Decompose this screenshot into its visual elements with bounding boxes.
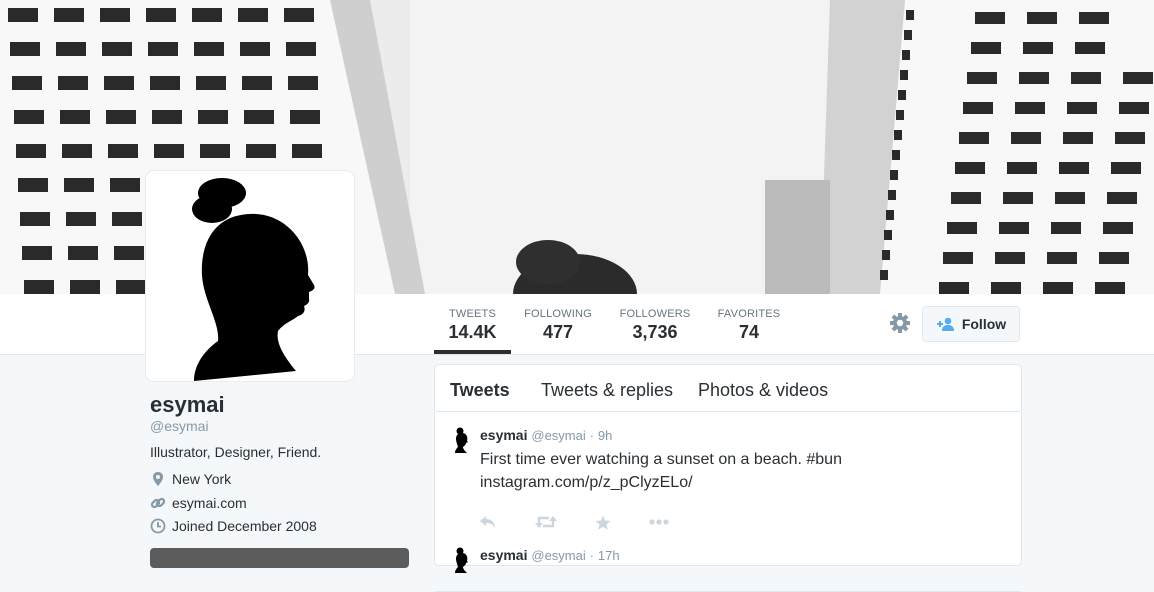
stat-label: FOLLOWERS bbox=[619, 308, 691, 320]
avatar[interactable] bbox=[146, 171, 354, 381]
tweet-timestamp[interactable]: 9h bbox=[598, 428, 612, 443]
stat-value: 477 bbox=[542, 322, 574, 342]
tweet-text: First time ever watching a sunset on a b… bbox=[480, 451, 842, 491]
stat-label: FAVORITES bbox=[717, 308, 781, 320]
tweet-header: esymai @esymai · 9h bbox=[480, 427, 612, 443]
stat-label: FOLLOWING bbox=[524, 308, 592, 320]
joined-text: Joined December 2008 bbox=[172, 518, 317, 534]
star-icon[interactable] bbox=[595, 515, 611, 531]
tweet-author-name[interactable]: esymai bbox=[480, 427, 527, 443]
profile-bio: Illustrator, Designer, Friend. bbox=[150, 444, 322, 460]
stat-following[interactable]: FOLLOWING 477 bbox=[518, 294, 598, 354]
timeline: Tweets Tweets & replies Photos & videos … bbox=[434, 364, 1022, 592]
tweet-header: esymai @esymai · 17h bbox=[480, 547, 620, 563]
website-link[interactable]: esymai.com bbox=[172, 495, 247, 511]
tweet-separator: · bbox=[589, 428, 594, 443]
retweet-icon[interactable] bbox=[535, 515, 557, 529]
stat-tweets[interactable]: TWEETS 14.4K bbox=[434, 294, 511, 354]
silhouette-image bbox=[192, 178, 315, 381]
tab-tweets-replies[interactable]: Tweets & replies bbox=[541, 380, 673, 401]
stat-value: 14.4K bbox=[448, 322, 497, 342]
profile-website[interactable]: esymai.com bbox=[150, 495, 247, 511]
tweet-avatar[interactable] bbox=[453, 427, 469, 453]
more-icon[interactable] bbox=[649, 519, 669, 525]
gear-icon[interactable] bbox=[888, 311, 912, 335]
profile-handle[interactable]: @esymai bbox=[150, 418, 209, 434]
add-user-icon bbox=[936, 317, 954, 331]
stat-value: 74 bbox=[738, 322, 760, 342]
location-text: New York bbox=[172, 471, 232, 487]
reply-icon[interactable] bbox=[479, 515, 497, 529]
location-pin-icon bbox=[153, 472, 163, 486]
tab-photos-videos[interactable]: Photos & videos bbox=[698, 380, 828, 401]
stat-label: TWEETS bbox=[448, 308, 497, 320]
link-icon bbox=[150, 497, 166, 509]
tweet-author-name[interactable]: esymai bbox=[480, 547, 527, 563]
timeline-tabs: Tweets Tweets & replies Photos & videos bbox=[435, 365, 1021, 412]
follow-button-label: Follow bbox=[961, 316, 1007, 332]
tab-tweets[interactable]: Tweets bbox=[450, 380, 510, 401]
calendar-icon bbox=[150, 518, 166, 534]
follow-button[interactable]: Follow bbox=[922, 306, 1020, 342]
profile-name[interactable]: esymai bbox=[150, 392, 225, 418]
message-button[interactable] bbox=[150, 548, 409, 568]
tweet-avatar[interactable] bbox=[453, 547, 469, 573]
profile-joined: Joined December 2008 bbox=[150, 518, 317, 534]
stat-value: 3,736 bbox=[632, 322, 678, 342]
stat-favorites[interactable]: FAVORITES 74 bbox=[712, 294, 786, 354]
tweet-author-handle[interactable]: @esymai bbox=[531, 428, 585, 443]
stat-followers[interactable]: FOLLOWERS 3,736 bbox=[614, 294, 696, 354]
profile-location: New York bbox=[150, 471, 231, 487]
